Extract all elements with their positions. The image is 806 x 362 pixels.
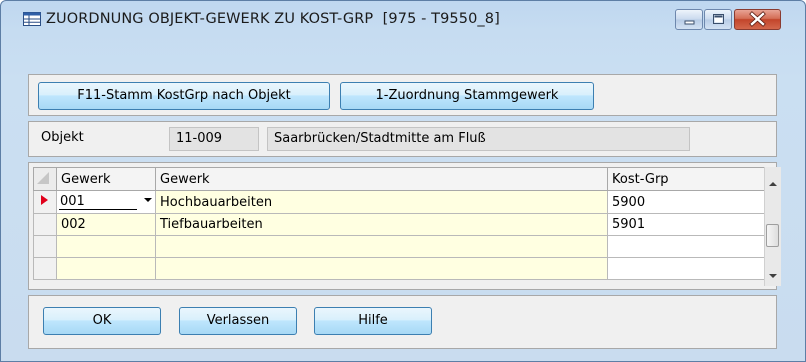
close-button[interactable] <box>734 9 781 30</box>
objekt-code-field[interactable]: 11-009 <box>169 127 259 151</box>
minimize-button[interactable] <box>675 9 703 30</box>
column-header-kostgrp[interactable]: Kost-Grp <box>607 167 765 191</box>
grid-vertical-scrollbar[interactable] <box>764 167 781 286</box>
gewerk-code-value: 001 <box>60 194 85 209</box>
table-row[interactable]: 002 Tiefbauarbeiten 5901 <box>33 213 765 236</box>
current-row-arrow-icon <box>41 195 48 205</box>
objekt-label: Objekt <box>41 130 84 145</box>
row-selector[interactable] <box>33 235 57 258</box>
gewerk-name-cell[interactable] <box>155 235 608 258</box>
chevron-down-icon[interactable] <box>144 198 152 202</box>
maximize-icon <box>713 14 724 24</box>
column-header-gewerk-code[interactable]: Gewerk <box>56 167 156 191</box>
table-icon <box>23 12 41 26</box>
cell-underline <box>59 209 137 210</box>
ok-button[interactable]: OK <box>43 307 161 335</box>
table-row[interactable] <box>33 235 765 258</box>
gewerk-code-cell[interactable] <box>56 235 156 258</box>
maximize-button[interactable] <box>704 9 732 30</box>
table-row[interactable] <box>33 257 765 280</box>
gewerk-name-cell[interactable]: Tiefbauarbeiten <box>155 213 608 236</box>
f11-stamm-kostgrp-button[interactable]: F11-Stamm KostGrp nach Objekt <box>38 82 330 110</box>
scroll-down-icon[interactable] <box>768 271 778 281</box>
gewerk-name-cell[interactable] <box>155 257 608 280</box>
gewerk-name-cell[interactable]: Hochbauarbeiten <box>155 190 608 214</box>
scrollbar-thumb[interactable] <box>766 224 779 247</box>
row-selector[interactable] <box>33 213 57 236</box>
dialog-window: ZUORDNUNG OBJEKT-GEWERK ZU KOST-GRP [975… <box>0 0 806 362</box>
grid-header-row: Gewerk Gewerk Kost-Grp <box>33 167 765 191</box>
footer-panel: OK Verlassen Hilfe <box>28 295 777 349</box>
kostgrp-cell[interactable]: 5901 <box>607 213 765 236</box>
gewerk-grid: Gewerk Gewerk Kost-Grp 001 Hochbauarbeit… <box>33 167 765 280</box>
scroll-up-icon[interactable] <box>768 179 778 189</box>
objekt-panel: Objekt 11-009 Saarbrücken/Stadtmitte am … <box>28 121 777 157</box>
hilfe-button[interactable]: Hilfe <box>314 307 432 335</box>
objekt-name-field[interactable]: Saarbrücken/Stadtmitte am Fluß <box>267 127 690 151</box>
toolbar-panel: F11-Stamm KostGrp nach Objekt 1-Zuordnun… <box>28 74 777 116</box>
row-selector[interactable] <box>33 257 57 280</box>
kostgrp-cell[interactable] <box>607 235 765 258</box>
column-header-gewerk-name[interactable]: Gewerk <box>155 167 608 191</box>
zuordnung-stammgewerk-button[interactable]: 1-Zuordnung Stammgewerk <box>340 82 594 110</box>
minimize-icon <box>684 20 695 25</box>
kostgrp-cell[interactable]: 5900 <box>607 190 765 214</box>
title-bar[interactable]: ZUORDNUNG OBJEKT-GEWERK ZU KOST-GRP [975… <box>1 1 805 37</box>
gewerk-code-cell[interactable] <box>56 257 156 280</box>
close-icon <box>749 11 766 27</box>
gewerk-code-cell[interactable]: 002 <box>56 213 156 236</box>
corner-triangle-icon <box>37 172 49 184</box>
verlassen-button[interactable]: Verlassen <box>179 307 297 335</box>
row-selector[interactable] <box>33 190 57 214</box>
kostgrp-cell[interactable] <box>607 257 765 280</box>
gewerk-code-cell[interactable]: 001 <box>56 190 156 214</box>
gewerk-grid-panel: Gewerk Gewerk Kost-Grp 001 Hochbauarbeit… <box>28 162 781 290</box>
window-title: ZUORDNUNG OBJEKT-GEWERK ZU KOST-GRP [975… <box>46 11 500 27</box>
table-row[interactable]: 001 Hochbauarbeiten 5900 <box>33 190 765 214</box>
select-all-corner[interactable] <box>33 167 57 191</box>
